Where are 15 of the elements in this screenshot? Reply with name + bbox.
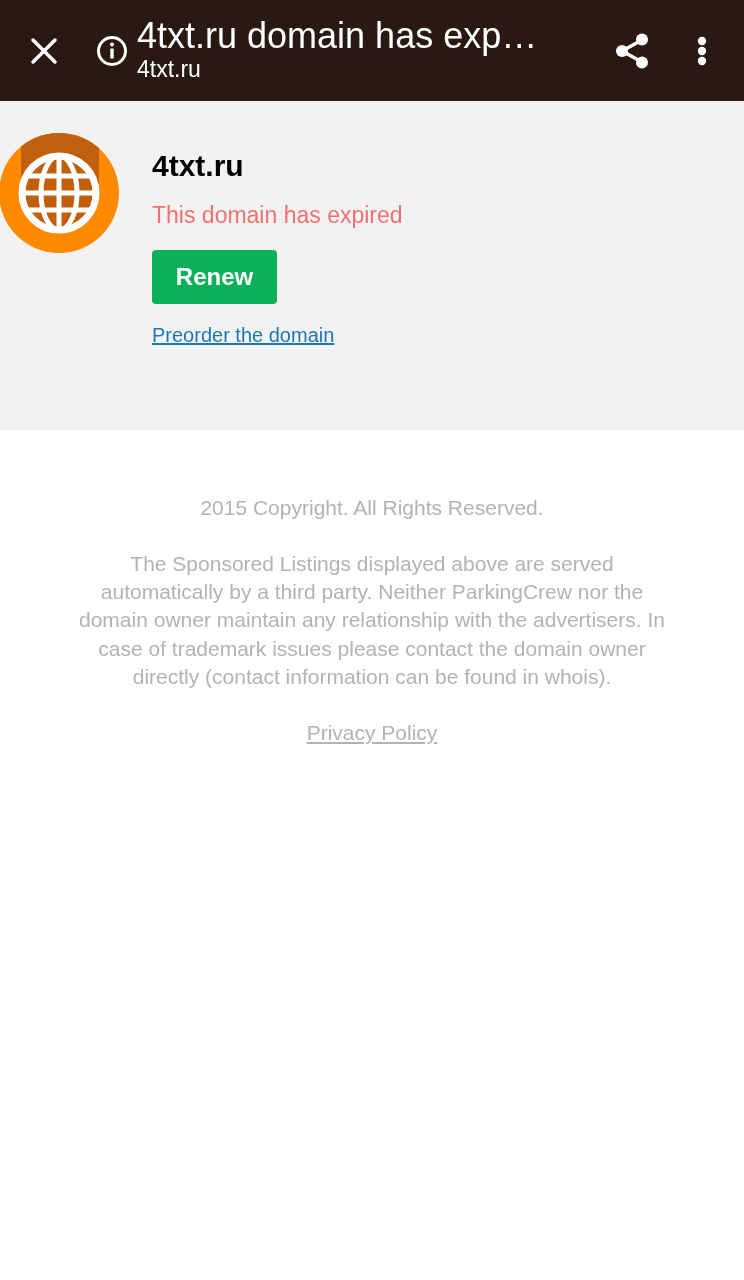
renew-button[interactable]: Renew [152, 250, 277, 304]
status-message: This domain has expired [152, 201, 403, 230]
more-options-icon [697, 35, 707, 66]
disclaimer-text: The Sponsored Listings displayed above are served automatically by a third party. Neither ParkingCrew nor the domain owner maintain any relationship with the advertisers. In case of trademark issues please contact the domain owner directly (contact information can be found in whois). [78, 551, 666, 690]
close-icon [30, 36, 58, 65]
info-button[interactable] [95, 33, 129, 68]
privacy-policy-link[interactable]: Privacy Policy [306, 719, 438, 747]
globe-icon [0, 133, 119, 253]
copyright-text: 2015 Copyright. All Rights Reserved. [200, 495, 544, 521]
share-icon [615, 32, 649, 69]
domain-name: 4txt.ru [152, 148, 244, 184]
page-url: 4txt.ru [137, 55, 202, 82]
page-title: 4txt.ru domain has exp… [137, 15, 539, 56]
preorder-link[interactable]: Preorder the domain [152, 322, 335, 348]
info-icon [96, 34, 128, 67]
